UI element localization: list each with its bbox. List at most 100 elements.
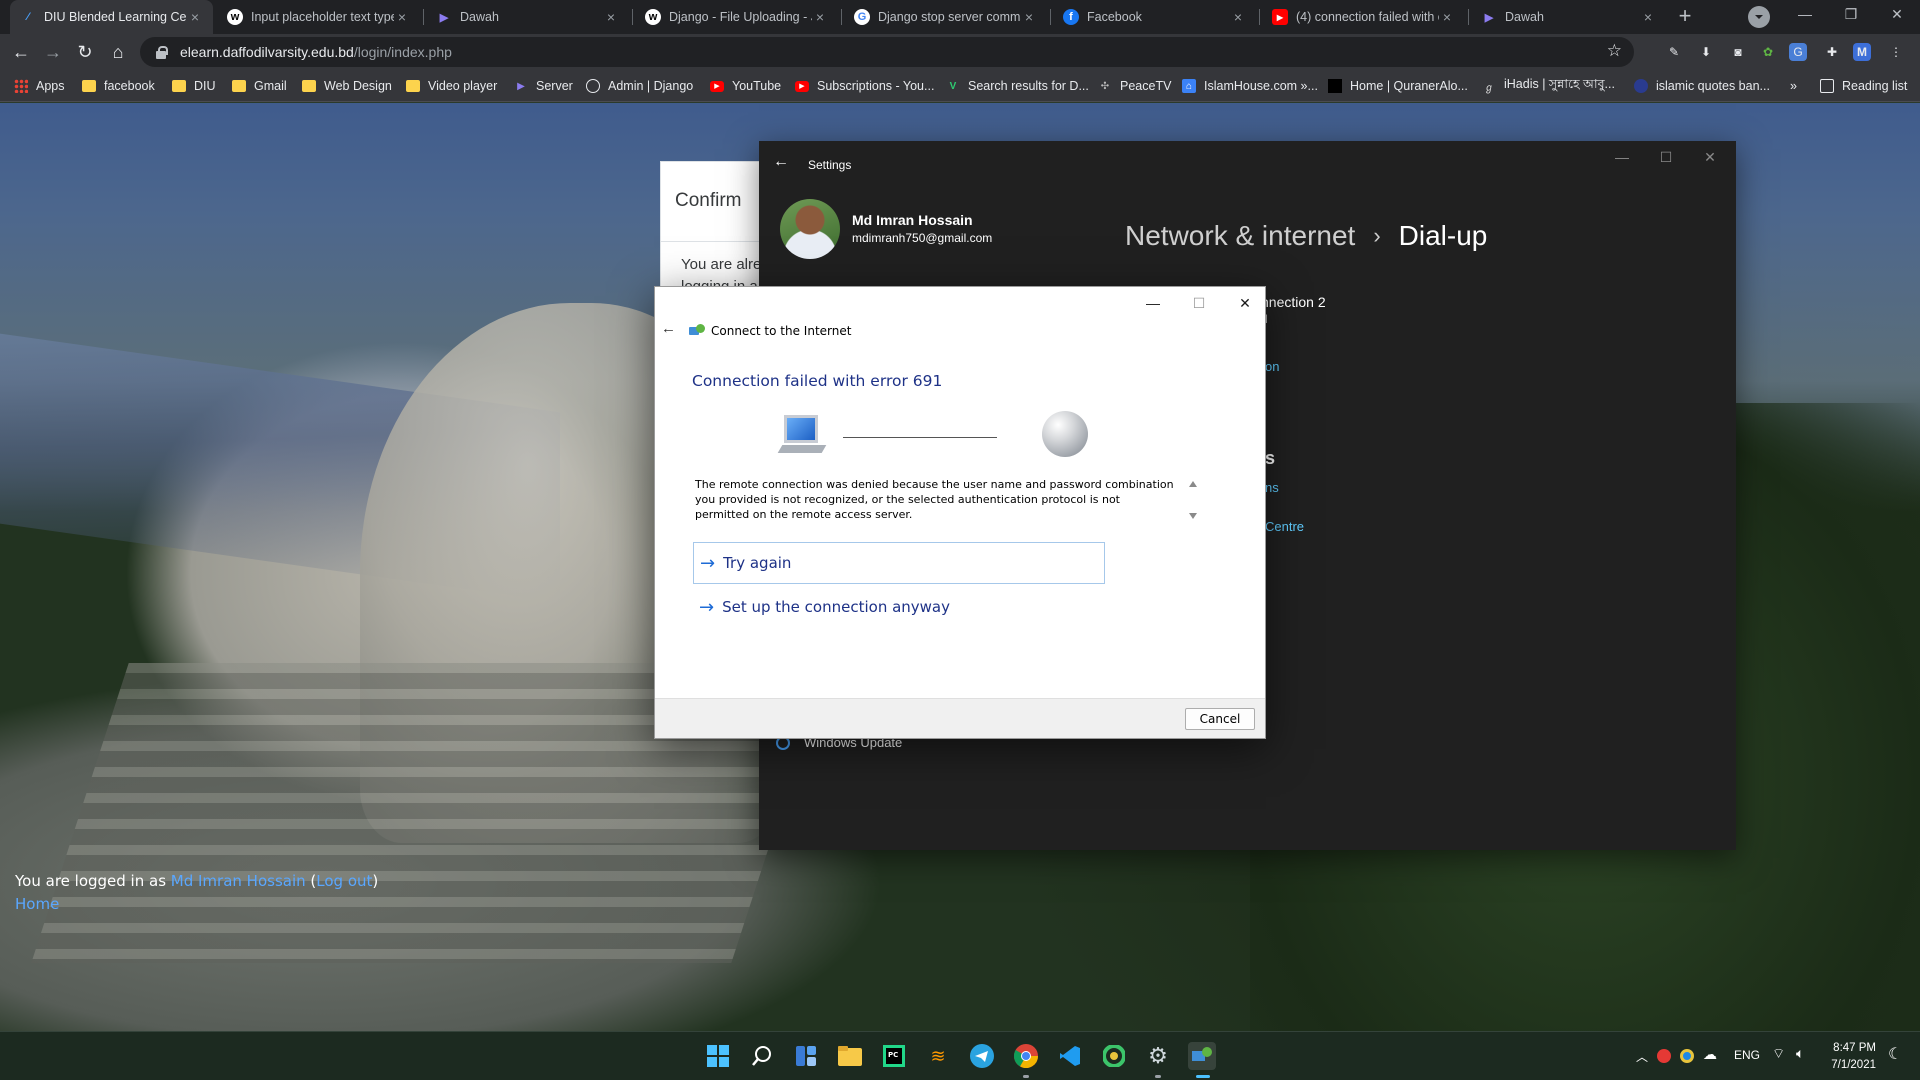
address-bar[interactable]: elearn.daffodilvarsity.edu.bd/login/inde…	[140, 37, 1634, 67]
edge-icon[interactable]	[1100, 1042, 1128, 1070]
bookmark-apps[interactable]: Apps	[14, 70, 65, 102]
close-button[interactable]: ✕	[1695, 149, 1725, 166]
notification-moon-icon[interactable]: ☾	[1888, 1044, 1902, 1064]
tray-app-icon[interactable]	[1657, 1049, 1671, 1063]
tab-dawah[interactable]: ▶ Dawah ×	[426, 0, 629, 34]
search-icon[interactable]	[748, 1042, 776, 1070]
close-tab-icon[interactable]: ×	[1021, 9, 1037, 25]
minimize-button[interactable]: —	[1607, 149, 1637, 165]
bookmark-facebook[interactable]: facebook	[82, 70, 155, 102]
language-indicator[interactable]: ENG	[1734, 1048, 1760, 1062]
chrome-icon[interactable]	[1012, 1042, 1040, 1070]
file-explorer-icon[interactable]	[836, 1042, 864, 1070]
bookmark-star-icon[interactable]: ☆	[1607, 41, 1622, 61]
close-tab-icon[interactable]: ×	[1439, 9, 1455, 25]
scroll-down-icon[interactable]	[1189, 513, 1197, 519]
tab-django-file-uploading[interactable]: w Django - File Uploading - Ja ×	[635, 0, 838, 34]
widgets-icon[interactable]	[792, 1042, 820, 1070]
close-tab-icon[interactable]: ×	[187, 9, 203, 25]
bookmark-diu[interactable]: DIU	[172, 70, 216, 102]
close-tab-icon[interactable]: ×	[812, 9, 828, 25]
forward-arrow-icon[interactable]: →	[40, 39, 66, 65]
extension-leaf-icon[interactable]: ✿	[1759, 43, 1777, 61]
tab-title: Dawah	[1505, 10, 1544, 24]
new-tab-button[interactable]: +	[1672, 4, 1698, 30]
bookmarks-overflow-chevron[interactable]: »	[1790, 70, 1797, 102]
chrome-tray-icon[interactable]	[1680, 1049, 1694, 1063]
translate-icon[interactable]: G	[1789, 43, 1807, 61]
onedrive-cloud-icon[interactable]: ☁	[1703, 1046, 1717, 1063]
message-scrollbar[interactable]	[1186, 477, 1200, 523]
vscode-icon[interactable]	[1056, 1042, 1084, 1070]
close-tab-icon[interactable]: ×	[603, 9, 619, 25]
reload-icon[interactable]: ↻	[72, 39, 98, 65]
back-arrow-icon[interactable]: ←	[773, 153, 789, 171]
close-button[interactable]: ✕	[1225, 291, 1265, 315]
bookmark-web-design[interactable]: Web Design	[302, 70, 392, 102]
home-icon[interactable]: ⌂	[105, 39, 131, 65]
bookmark-subscriptions[interactable]: ▶ Subscriptions - You...	[795, 70, 934, 102]
bookmark-quraneralo[interactable]: Home | QuranerAlo...	[1328, 70, 1468, 102]
tab-dawah-2[interactable]: ▶ Dawah ×	[1471, 0, 1666, 34]
user-profile-link[interactable]: Md Imran Hossain	[171, 872, 306, 890]
bookmark-peacetv[interactable]: ✣ PeaceTV	[1098, 70, 1172, 102]
tab-search-button[interactable]	[1748, 6, 1770, 28]
volume-icon[interactable]: 🔈︎	[1796, 1045, 1804, 1062]
tab-input-placeholder[interactable]: w Input placeholder text type ×	[217, 0, 420, 34]
minimize-button[interactable]: —	[1782, 0, 1828, 30]
wifi-icon[interactable]: ⌔	[1772, 1045, 1785, 1063]
scroll-up-icon[interactable]	[1189, 481, 1197, 487]
download-icon[interactable]: ⬇	[1697, 43, 1715, 61]
camera-icon[interactable]: ◙	[1729, 43, 1747, 61]
tab-diu-blended-learning[interactable]: ⁄ DIU Blended Learning Cent ×	[10, 0, 213, 34]
back-arrow-icon[interactable]: ←	[661, 320, 676, 337]
bookmark-islamhouse[interactable]: ⌂ IslamHouse.com »...	[1182, 70, 1318, 102]
setup-connection-anyway-button[interactable]: → Set up the connection anyway	[693, 587, 950, 627]
tab-facebook[interactable]: f Facebook ×	[1053, 0, 1256, 34]
chevron-up-icon[interactable]: ︿	[1636, 1048, 1648, 1065]
settings-gear-icon[interactable]: ⚙	[1144, 1042, 1172, 1070]
reading-list-button[interactable]: Reading list	[1820, 70, 1907, 102]
sublime-text-icon[interactable]: ≋	[924, 1042, 952, 1070]
bookmark-ihadis[interactable]: ℊ iHadis | সুন্নাহে আবু...	[1482, 70, 1615, 102]
close-window-button[interactable]: ✕	[1874, 0, 1920, 30]
close-tab-icon[interactable]: ×	[394, 9, 410, 25]
network-centre-link-peek[interactable]: Centre	[1265, 519, 1304, 534]
pycharm-icon[interactable]: PC	[880, 1042, 908, 1070]
menu-kebab-icon[interactable]: ⋮	[1887, 43, 1905, 61]
bookmark-gmail[interactable]: Gmail	[232, 70, 287, 102]
restore-button[interactable]: ❐	[1828, 0, 1874, 30]
close-tab-icon[interactable]: ×	[1230, 9, 1246, 25]
minimize-button[interactable]: —	[1133, 291, 1173, 315]
back-arrow-icon[interactable]: ←	[8, 39, 34, 65]
windows-start-icon[interactable]	[704, 1042, 732, 1070]
bookmark-search-results[interactable]: V Search results for D...	[946, 70, 1089, 102]
tab-django-stop-server[interactable]: G Django stop server comma ×	[844, 0, 1047, 34]
connection-link-peek[interactable]: on	[1265, 359, 1279, 374]
maximize-button[interactable]: ☐	[1651, 149, 1681, 166]
bookmark-video-player[interactable]: Video player	[406, 70, 497, 102]
extension-pen-icon[interactable]: ✎	[1665, 43, 1683, 61]
cancel-button[interactable]: Cancel	[1185, 708, 1255, 730]
bookmark-youtube[interactable]: ▶ YouTube	[710, 70, 781, 102]
avatar[interactable]	[780, 199, 840, 259]
bookmark-islamic-quotes[interactable]: islamic quotes ban...	[1634, 70, 1770, 102]
related-link-peek[interactable]: ns	[1265, 480, 1279, 495]
bookmark-admin-django[interactable]: Admin | Django	[586, 70, 693, 102]
paren: (	[305, 872, 317, 890]
tab-youtube-connection-failed[interactable]: ▶ (4) connection failed with e ×	[1262, 0, 1465, 34]
close-tab-icon[interactable]: ×	[1640, 9, 1656, 25]
network-connection-dialog-icon[interactable]	[1188, 1042, 1216, 1070]
home-link[interactable]: Home	[15, 895, 59, 913]
telegram-icon[interactable]	[968, 1042, 996, 1070]
bookmark-server[interactable]: ▶ Server	[514, 70, 573, 102]
breadcrumb-parent[interactable]: Network & internet	[1125, 220, 1355, 252]
connection-name-peek[interactable]: nnection 2	[1261, 294, 1326, 310]
logout-link[interactable]: Log out	[316, 872, 372, 890]
try-again-button[interactable]: → Try again	[693, 542, 1105, 584]
tab-title: Input placeholder text type	[251, 10, 394, 24]
clock[interactable]: 8:47 PM 7/1/2021	[1831, 1040, 1876, 1074]
profile-avatar-icon[interactable]: M	[1853, 43, 1871, 61]
maximize-button[interactable]: ☐	[1179, 291, 1219, 315]
extensions-puzzle-icon[interactable]: ✚	[1823, 43, 1841, 61]
